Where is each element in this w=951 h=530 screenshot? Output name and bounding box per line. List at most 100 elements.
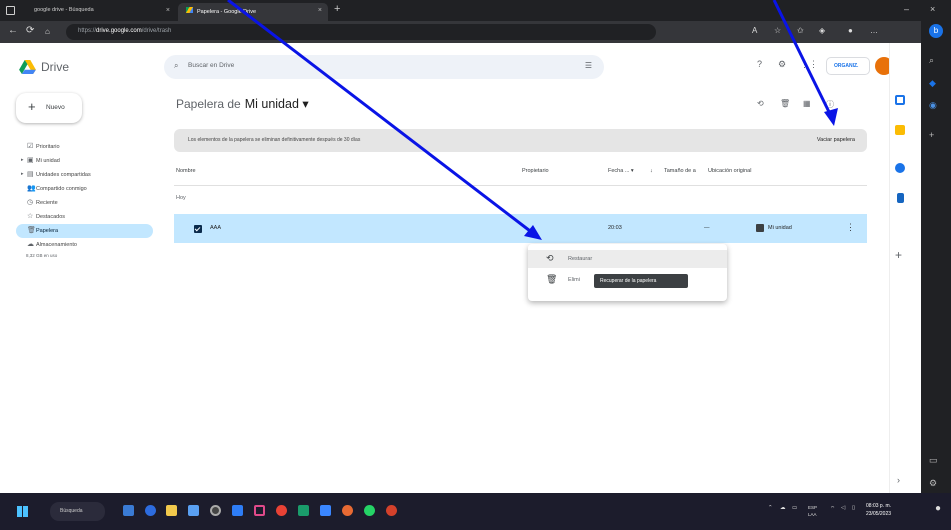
sidebar-item-label: Compartido conmigo [36,186,87,192]
tray-chevron-icon[interactable]: ⌃ [768,505,773,511]
settings-gear-icon[interactable]: ⚙ [778,59,786,70]
tab-title: google drive - Búsqueda [34,7,94,13]
hide-panel-chevron-icon[interactable]: › [897,475,900,485]
home-icon[interactable]: ⌂ [45,27,50,36]
tasks-addon-icon[interactable] [895,163,905,173]
search-input[interactable]: Buscar en Drive [188,62,234,69]
translate-icon[interactable]: A [752,26,757,35]
restore-all-icon[interactable]: ⟲ [757,99,764,108]
new-tab-icon[interactable]: + [334,3,340,15]
reload-icon[interactable]: ⟳ [26,25,34,36]
app-icon[interactable] [342,505,353,516]
taskbar-clock[interactable]: 08:03 p. m. 23/05/2023 [866,502,891,518]
search-sidebar-icon[interactable]: ⌕ [929,55,934,66]
empty-trash-button[interactable]: Vaciar papelera [817,137,855,143]
add-sidebar-app-icon[interactable]: + [929,130,934,140]
browser-tab-search[interactable]: google drive - Búsqueda × [26,3,176,21]
sidebar-item-shared-with-me[interactable]: 👥 Compartido conmigo [16,182,153,196]
minimize-icon[interactable]: – [904,4,909,14]
details-info-icon[interactable]: ⓘ [826,99,834,110]
more-actions-icon[interactable]: ⋮ [846,222,855,233]
apps-grid-icon[interactable]: ⋮⋮ [800,59,818,70]
mail-icon[interactable] [188,505,199,516]
windows-start-icon[interactable] [17,506,28,517]
expand-arrow-icon[interactable]: ▸ [21,157,24,163]
taskbar-search[interactable]: Búsqueda [50,502,105,521]
restore-icon: ⟲ [546,253,554,263]
browser-tab-drive[interactable]: Papelera - Google Drive × [178,3,328,21]
window-menu-icon[interactable] [6,6,15,15]
sidebar-item-recent[interactable]: ◷ Reciente [16,196,153,210]
chrome-icon[interactable] [276,505,287,516]
app-title: Drive [41,60,70,74]
search-icon[interactable]: ⌕ [174,61,178,71]
sort-arrow-icon[interactable]: ↓ [650,168,653,174]
column-header-date[interactable]: Fecha ... ▾ [608,168,634,174]
contacts-addon-icon[interactable] [897,193,904,203]
sidebar-item-shared-drives[interactable]: ▸ ▤ Unidades compartidas [16,168,153,182]
app-icon[interactable] [210,505,221,516]
sidebar-item-trash[interactable]: 🗑 Papelera [16,224,153,238]
whatsapp-icon[interactable] [364,505,375,516]
search-bar[interactable]: ⌕ Buscar en Drive ☰ [164,55,604,79]
sidebar-item-my-drive[interactable]: ▸ ▣ Mi unidad [16,154,153,168]
calendar-addon-icon[interactable] [895,95,905,105]
column-header-size[interactable]: Tamaño de a [664,168,696,174]
column-header-name[interactable]: Nombre [176,168,196,174]
file-row-aaa[interactable]: AAA 20:03 — Mi unidad ⋮ [174,214,867,243]
column-header-owner[interactable]: Propietario [522,168,549,174]
extensions-icon[interactable]: ◈ [819,26,825,35]
url-field[interactable]: https://drive.google.com/drive/trash [66,24,656,40]
profile-icon[interactable]: ● [848,26,853,35]
language-indicator[interactable]: ESP LAA [808,504,817,518]
column-header-location[interactable]: Ubicación original [708,168,751,174]
help-icon[interactable]: ? [757,59,762,69]
app-icon[interactable] [254,505,265,516]
tray-cloud-icon[interactable]: ☁ [780,505,786,511]
favorites-bar-icon[interactable]: ✩ [797,26,804,35]
sidebar-layout-icon[interactable]: ▭ [929,455,938,466]
delete-forever-icon[interactable]: 🗑 [780,99,790,108]
sidebar-item-storage[interactable]: ☁ Almacenamiento [16,238,153,252]
edge-settings-icon[interactable]: ⚙ [929,478,937,489]
expand-arrow-icon[interactable]: ▸ [21,171,24,177]
sidebar-item-starred[interactable]: ☆ Destacados [16,210,153,224]
file-checkbox-icon[interactable] [194,225,202,233]
wifi-icon[interactable]: ⌔ [830,505,835,512]
context-menu-label: Elimi [568,277,580,283]
back-icon[interactable]: ← [8,25,18,36]
keep-addon-icon[interactable] [895,125,905,135]
new-button[interactable]: + Nuevo [16,93,82,123]
tray-device-icon[interactable]: ▭ [792,505,797,511]
view-toggle-icon[interactable]: ▦ [803,99,811,108]
favorite-icon[interactable]: ☆ [774,26,781,35]
sidebar-item-priority[interactable]: ☑ Prioritario [16,140,153,154]
battery-icon[interactable]: ▯ [852,505,855,511]
notification-icon[interactable]: ● [935,503,941,514]
file-explorer-icon[interactable] [166,505,177,516]
page-title-text: Papelera de [176,97,241,111]
app-icon[interactable] [298,505,309,516]
app-icon[interactable] [386,505,397,516]
more-icon[interactable]: … [870,26,878,35]
close-tab-icon[interactable]: × [318,7,322,14]
volume-icon[interactable]: ◁ [841,505,845,511]
get-addons-plus-icon[interactable]: + [895,248,902,262]
search-options-icon[interactable]: ☰ [585,61,592,70]
store-icon[interactable] [232,505,243,516]
shopping-icon[interactable]: ◆ [929,78,936,89]
context-menu-restore[interactable]: ⟲ Restaurar [528,250,727,268]
bing-chat-icon[interactable]: b [929,24,943,38]
task-view-icon[interactable] [123,505,134,516]
close-tab-icon[interactable]: × [166,7,170,14]
vscode-icon[interactable] [320,505,331,516]
url-path: /drive/trash [141,28,172,34]
edge-browser-icon[interactable] [145,505,156,516]
drive-favicon-icon [186,7,193,13]
sidebar-item-label: Destacados [36,214,66,220]
clock-time: 08:03 p. m. [866,503,892,509]
organization-chip[interactable]: ORGANIZ. [826,57,870,75]
drive-selector-dropdown[interactable]: Mi unidad ▾ [245,97,309,111]
close-window-icon[interactable]: × [930,4,935,14]
tools-icon[interactable]: ◉ [929,100,937,111]
